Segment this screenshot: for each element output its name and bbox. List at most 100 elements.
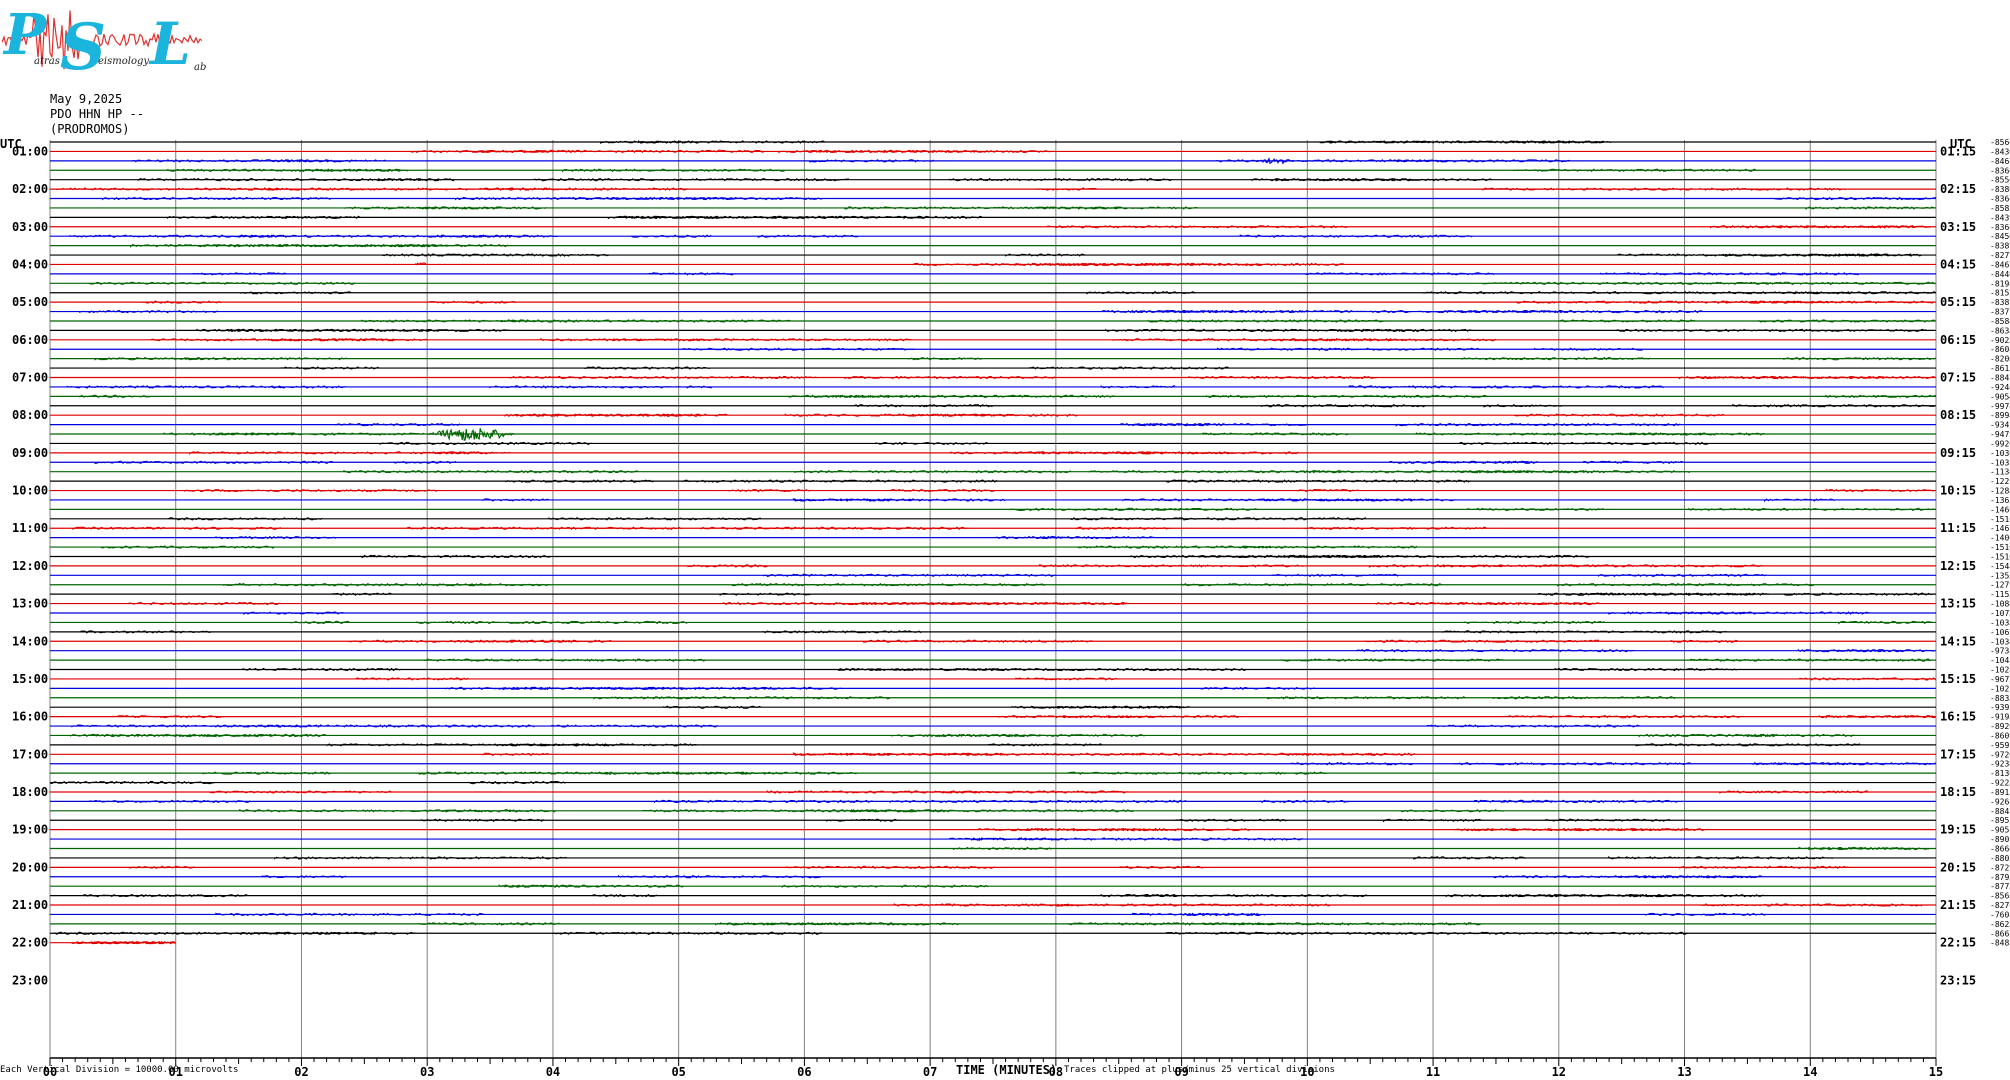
trace-offset-label: -13531	[1990, 571, 2010, 580]
hour-label-left: 15:00	[12, 672, 48, 686]
trace-offset-label: -8660	[1990, 845, 2010, 854]
trace-offset-label: -9473	[1990, 430, 2010, 439]
trace-offset-label: -8847	[1990, 374, 2010, 383]
hour-label-right: 18:15	[1940, 785, 1976, 799]
trace-offset-label: -7608	[1990, 910, 2010, 919]
trace-offset-label: -8793	[1990, 873, 2010, 882]
hour-label-left: 10:00	[12, 484, 48, 498]
trace-offset-label: -8613	[1990, 364, 2010, 373]
hour-label-right: 10:15	[1940, 484, 1976, 498]
trace-offset-label: -8276	[1990, 901, 2010, 910]
trace-offset-label: -9926	[1990, 439, 2010, 448]
hour-label-right: 09:15	[1940, 446, 1976, 460]
hour-label-left: 17:00	[12, 747, 48, 761]
x-tick-label: 07	[923, 1065, 937, 1079]
hour-label-right: 13:15	[1940, 597, 1976, 611]
trace-offset-label: -13658	[1990, 496, 2010, 505]
hour-label-right: 19:15	[1940, 823, 1976, 837]
hour-label-left: 20:00	[12, 860, 48, 874]
trace-offset-label: -8667	[1990, 929, 2010, 938]
trace-offset-label: -10339	[1990, 458, 2010, 467]
trace-offset-label: -8386	[1990, 185, 2010, 194]
trace-offset-label: -9342	[1990, 421, 2010, 430]
trace-offset-label: -8566	[1990, 138, 2010, 147]
x-tick-label: 02	[294, 1065, 308, 1079]
hour-label-right: 23:15	[1940, 973, 1976, 987]
trace-offset-label: -8377	[1990, 308, 2010, 317]
trace-offset-label: -8609	[1990, 731, 2010, 740]
trace-offset-label: -10330	[1990, 618, 2010, 627]
hour-label-left: 08:00	[12, 408, 48, 422]
trace-offset-label: -10622	[1990, 628, 2010, 637]
trace-offset-label: -10415	[1990, 656, 2010, 665]
trace-offset-label: -14699	[1990, 505, 2010, 514]
trace-offset-label: -8585	[1990, 204, 2010, 213]
trace-offset-label: -8608	[1990, 345, 2010, 354]
trace-offset-label: -9054	[1990, 392, 2010, 401]
trace-offset-label: -9053	[1990, 826, 2010, 835]
hour-label-left: 04:00	[12, 257, 48, 271]
trace-offset-label: -11556	[1990, 590, 2010, 599]
hour-label-right: 17:15	[1940, 747, 1976, 761]
trace-offset-label: -15440	[1990, 562, 2010, 571]
trace-offset-label: -9672	[1990, 675, 2010, 684]
trace-offset-label: -9726	[1990, 750, 2010, 759]
trace-offset-label: -9268	[1990, 797, 2010, 806]
trace-offset-label: -10347	[1990, 637, 2010, 646]
hour-label-left: 18:00	[12, 785, 48, 799]
hour-label-right: 01:15	[1940, 144, 1976, 158]
trace-offset-label: -9023	[1990, 336, 2010, 345]
hour-label-right: 14:15	[1940, 634, 1976, 648]
hour-label-right: 21:15	[1940, 898, 1976, 912]
hour-label-right: 05:15	[1940, 295, 1976, 309]
hour-label-left: 03:00	[12, 220, 48, 234]
x-tick-label: 12	[1552, 1065, 1566, 1079]
trace-offset-label: -8436	[1990, 147, 2010, 156]
hour-label-left: 21:00	[12, 898, 48, 912]
x-tick-label: 06	[797, 1065, 811, 1079]
trace-offset-label: -8584	[1990, 317, 2010, 326]
hour-label-left: 16:00	[12, 710, 48, 724]
hour-label-right: 11:15	[1940, 521, 1976, 535]
hour-label-right: 03:15	[1940, 220, 1976, 234]
trace-offset-label: -10271	[1990, 684, 2010, 693]
trace-offset-label: -8439	[1990, 213, 2010, 222]
trace-offset-label: -8467	[1990, 260, 2010, 269]
x-tick-label: 11	[1426, 1065, 1440, 1079]
trace-offset-label: -8722	[1990, 863, 2010, 872]
hour-label-left: 01:00	[12, 144, 48, 158]
trace-offset-label: -14066	[1990, 534, 2010, 543]
hour-label-left: 02:00	[12, 182, 48, 196]
hour-label-left: 23:00	[12, 973, 48, 987]
trace-offset-label: -8556	[1990, 176, 2010, 185]
trace-offset-label: -8901	[1990, 835, 2010, 844]
x-tick-label: 05	[671, 1065, 685, 1079]
hour-label-left: 19:00	[12, 823, 48, 837]
trace-offset-label: -8915	[1990, 788, 2010, 797]
trace-offset-label: -10361	[1990, 449, 2010, 458]
trace-offset-label: -8440	[1990, 270, 2010, 279]
trace-offset-label: -11347	[1990, 468, 2010, 477]
hour-label-right: 22:15	[1940, 936, 1976, 950]
trace-noise-39	[1009, 507, 1935, 512]
trace-offset-label: -8366	[1990, 195, 2010, 204]
trace-offset-label: -8920	[1990, 722, 2010, 731]
x-axis-title: TIME (MINUTES)	[956, 1063, 1058, 1077]
trace-offset-label: -9731	[1990, 647, 2010, 656]
x-tick-label: 15	[1929, 1065, 1943, 1079]
trace-offset-label: -8835	[1990, 694, 2010, 703]
trace-offset-label: -8152	[1990, 289, 2010, 298]
trace-offset-label: -14617	[1990, 524, 2010, 533]
x-tick-label: 03	[420, 1065, 434, 1079]
trace-noise-85	[71, 941, 176, 945]
helicorder-plot: -8566-8436-8463-8366-8556-8386-8366-8585…	[12, 138, 2010, 1079]
trace-offset-label: -8773	[1990, 882, 2010, 891]
hour-label-left: 11:00	[12, 521, 48, 535]
trace-offset-label: -15160	[1990, 543, 2010, 552]
trace-noise-74	[949, 837, 1303, 841]
trace-offset-label: -8623	[1990, 920, 2010, 929]
trace-offset-label: -15108	[1990, 552, 2010, 561]
hour-label-left: 07:00	[12, 371, 48, 385]
x-tick-label: 13	[1677, 1065, 1691, 1079]
trace-offset-label: -9195	[1990, 713, 2010, 722]
